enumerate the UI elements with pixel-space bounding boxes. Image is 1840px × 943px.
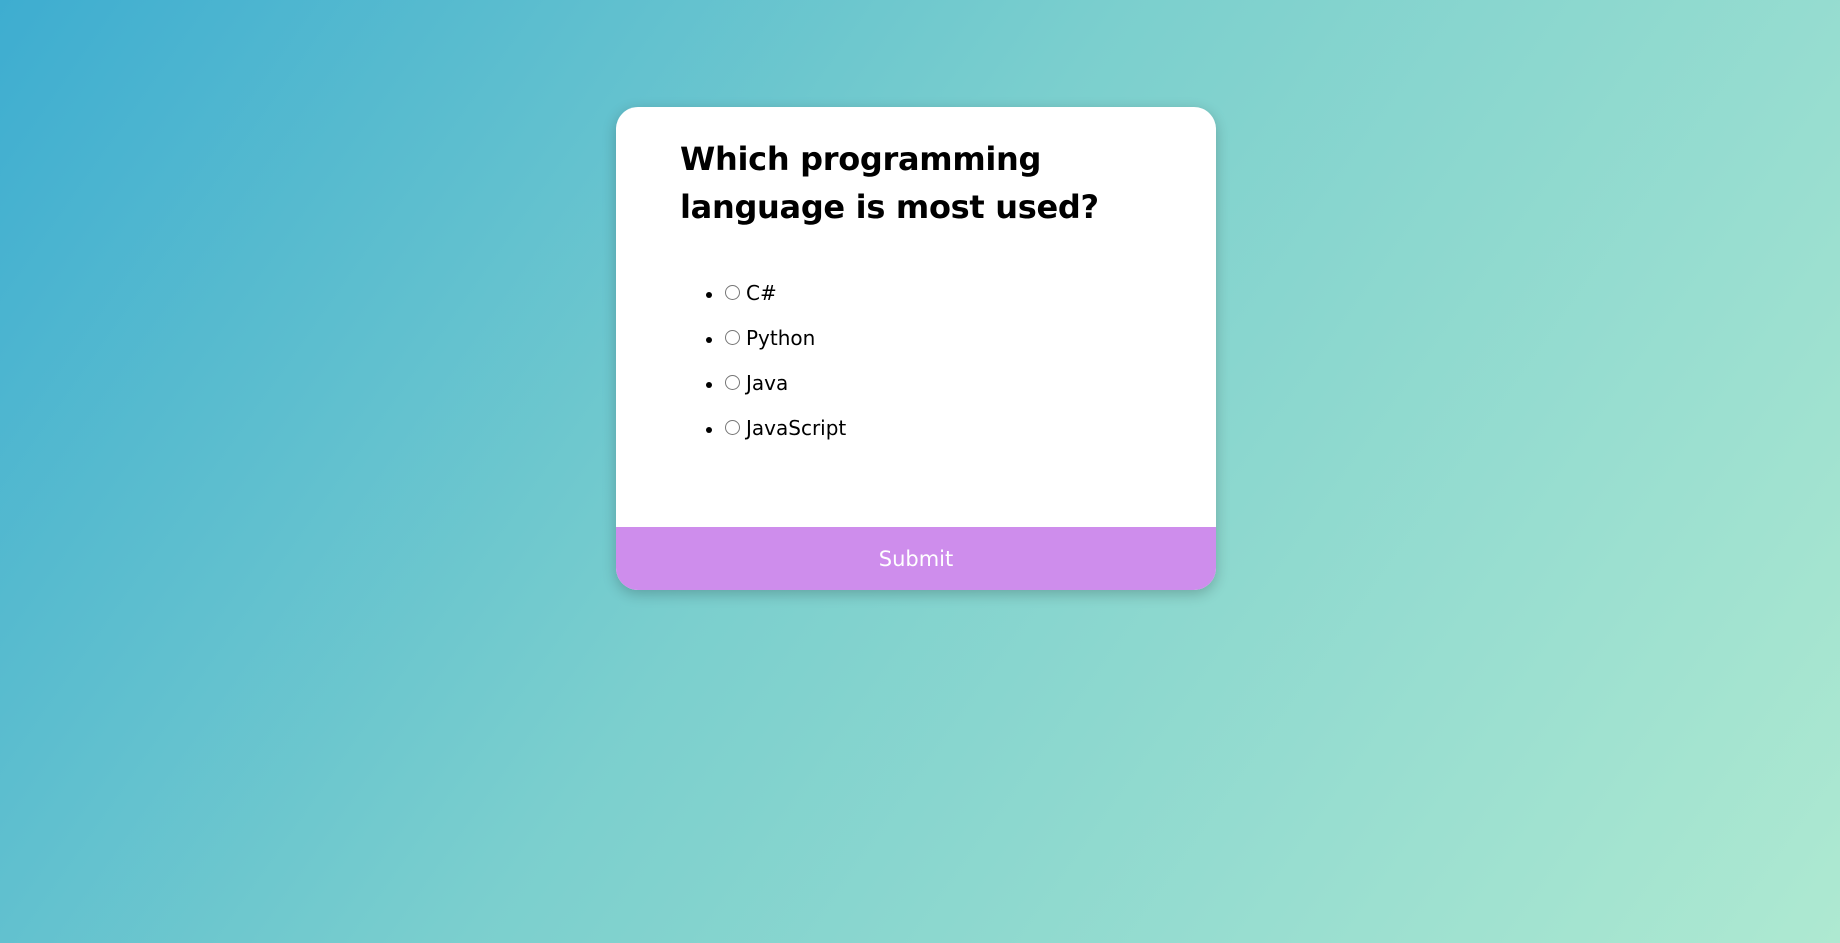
answer-item-java: Java [725,371,1152,416]
answer-radio-java[interactable] [725,374,740,390]
answer-option-javascript[interactable]: JavaScript [725,416,846,440]
answer-item-javascript: JavaScript [725,416,1152,461]
quiz-body: Which programming language is most used?… [616,107,1216,527]
answer-label-python: Python [746,326,816,350]
answer-item-python: Python [725,326,1152,371]
page-background: { "quiz": { "question": "Which programmi… [0,0,1840,943]
answer-radio-csharp[interactable] [725,284,740,300]
submit-button[interactable]: Submit [616,527,1216,590]
answer-radio-javascript[interactable] [725,419,740,435]
answer-list: C# Python Java JavaScript [680,281,1152,461]
answer-option-python[interactable]: Python [725,326,815,350]
answer-radio-python[interactable] [725,329,740,345]
quiz-question: Which programming language is most used? [680,140,1099,226]
answer-item-csharp: C# [725,281,1152,326]
answer-option-java[interactable]: Java [725,371,788,395]
answer-label-java: Java [746,371,789,395]
quiz-card: Which programming language is most used?… [616,107,1216,590]
answer-label-javascript: JavaScript [746,416,847,440]
answer-label-csharp: C# [746,281,777,305]
answer-option-csharp[interactable]: C# [725,281,777,305]
